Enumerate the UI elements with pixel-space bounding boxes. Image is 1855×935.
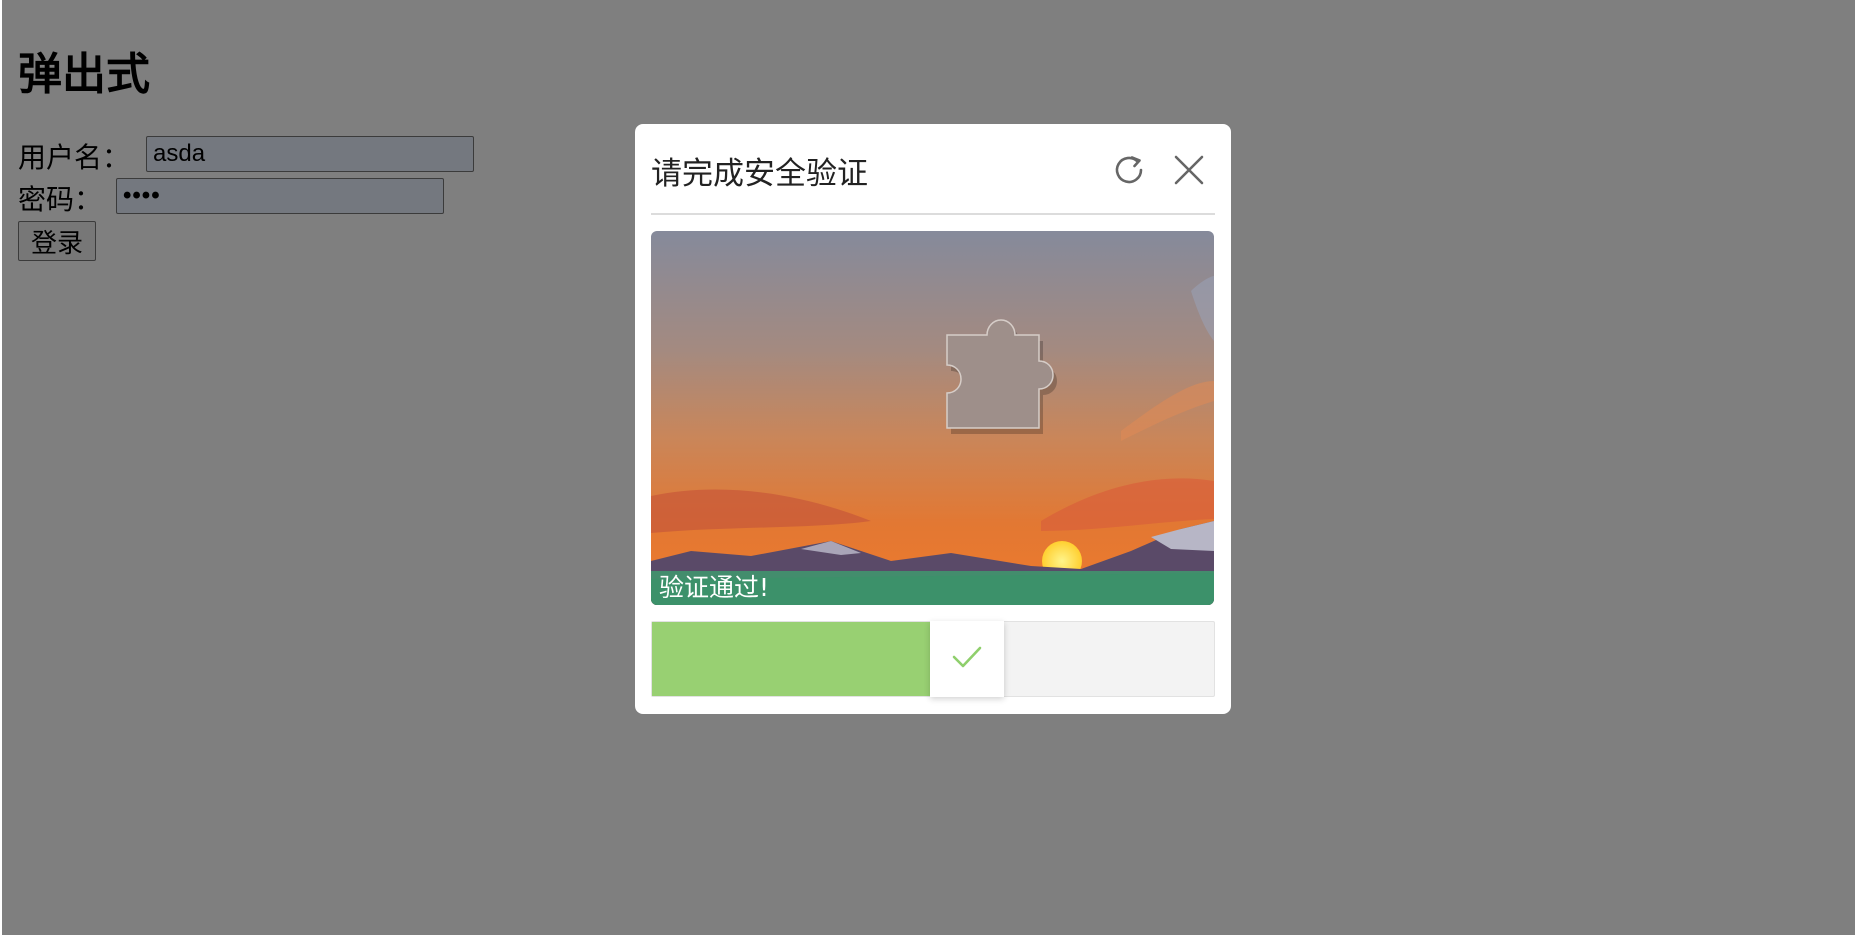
slider-handle[interactable] xyxy=(930,621,1004,697)
refresh-icon[interactable] xyxy=(1108,149,1150,191)
slider-fill xyxy=(652,622,930,696)
check-icon xyxy=(951,644,983,675)
captcha-title: 请完成安全验证 xyxy=(651,156,868,192)
slider-track[interactable] xyxy=(651,621,1215,697)
verify-success-bar: 验证通过! xyxy=(651,571,1214,605)
header-divider xyxy=(651,213,1215,215)
sunset-image xyxy=(651,231,1214,605)
captcha-modal: 请完成安全验证 验证通过! xyxy=(635,124,1231,714)
captcha-image: 验证通过! xyxy=(651,231,1214,605)
close-icon[interactable] xyxy=(1168,149,1210,191)
